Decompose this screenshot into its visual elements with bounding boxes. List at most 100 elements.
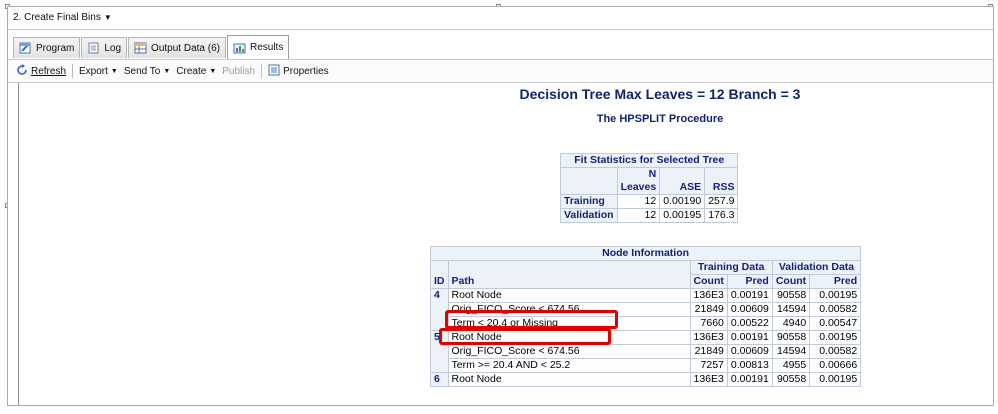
table-header-blank bbox=[704, 167, 739, 181]
properties-button[interactable]: Properties bbox=[268, 64, 329, 79]
table-cell: 21849 bbox=[689, 302, 728, 317]
table-header-blank bbox=[659, 167, 706, 181]
table-row: 6 Root Node 136E3 0.00191 90558 0.00195 bbox=[430, 372, 862, 387]
table-cell: 176.3 bbox=[704, 208, 739, 223]
table-cell: 0.00191 bbox=[726, 288, 773, 303]
table-cell: 0.00190 bbox=[659, 194, 706, 209]
node-path: Orig_FICO_Score < 674.56 bbox=[447, 344, 691, 359]
table-caption: Node Information bbox=[429, 246, 862, 261]
table-cell: 4940 bbox=[771, 316, 811, 331]
create-label: Create bbox=[176, 65, 207, 77]
table-cell: 0.00195 bbox=[809, 288, 862, 303]
table-cell: 0.00191 bbox=[726, 330, 773, 345]
column-header-id: ID bbox=[430, 274, 449, 289]
tab-output-data[interactable]: Output Data (6) bbox=[128, 37, 226, 58]
publish-label: Publish bbox=[222, 65, 256, 77]
table-cell: 0.00195 bbox=[809, 372, 862, 387]
table-cell: 90558 bbox=[771, 288, 811, 303]
dropdown-arrow-icon: ▼ bbox=[110, 67, 118, 75]
column-header-rss: RSS bbox=[704, 181, 739, 195]
tab-program[interactable]: Program bbox=[13, 37, 81, 58]
table-row: Training 12 0.00190 257.9 bbox=[560, 194, 739, 209]
results-icon bbox=[233, 42, 246, 54]
table-cell: 0.00666 bbox=[809, 358, 862, 373]
toolbar-divider bbox=[72, 64, 74, 78]
window-title-bar[interactable]: 2. Create Final Bins ▼ bbox=[8, 7, 993, 30]
table-header-blank bbox=[430, 260, 449, 275]
column-group-validation: Validation Data bbox=[771, 260, 862, 275]
column-header-n: N bbox=[616, 167, 661, 181]
node-id: 6 bbox=[430, 372, 449, 387]
node-id bbox=[430, 344, 449, 359]
results-toolbar: Refresh Export ▼ Send To ▼ Create ▼ Publish… bbox=[8, 59, 993, 83]
publish-button[interactable]: Publish bbox=[222, 66, 255, 77]
table-cell: 90558 bbox=[771, 330, 811, 345]
table-cell: 12 bbox=[616, 208, 661, 223]
table-cell: 21849 bbox=[689, 344, 728, 359]
table-header-blank bbox=[560, 181, 618, 195]
node-path: Term >= 20.4 AND < 25.2 bbox=[447, 358, 691, 373]
table-cell: 14594 bbox=[771, 302, 811, 317]
table-row: Validation 12 0.00195 176.3 bbox=[560, 208, 739, 223]
results-window: 2. Create Final Bins ▼ Program Log Output… bbox=[7, 6, 994, 406]
table-header-blank bbox=[447, 260, 691, 275]
refresh-label: Refresh bbox=[31, 65, 67, 77]
output-data-icon bbox=[134, 42, 147, 54]
refresh-button[interactable]: Refresh bbox=[16, 63, 67, 79]
table-cell: 136E3 bbox=[689, 288, 728, 303]
create-menu-button[interactable]: Create ▼ bbox=[176, 66, 216, 77]
table-cell: 257.9 bbox=[704, 194, 739, 209]
table-cell: 7257 bbox=[689, 358, 728, 373]
chevron-down-icon[interactable]: ▼ bbox=[104, 13, 112, 22]
tab-log[interactable]: Log bbox=[81, 37, 128, 58]
highlight-box-fico bbox=[445, 310, 618, 329]
table-row: Term >= 20.4 AND < 25.2 7257 0.00813 495… bbox=[430, 358, 862, 373]
refresh-icon bbox=[16, 63, 28, 79]
node-id bbox=[430, 358, 449, 373]
column-header-pred: Pred bbox=[809, 274, 862, 289]
row-header: Training bbox=[560, 194, 618, 209]
fit-statistics-table: Fit Statistics for Selected Tree N Leave… bbox=[559, 153, 739, 223]
table-caption: Fit Statistics for Selected Tree bbox=[559, 153, 739, 168]
send-to-menu-button[interactable]: Send To ▼ bbox=[124, 66, 170, 77]
table-row: 4 Root Node 136E3 0.00191 90558 0.00195 bbox=[430, 288, 862, 303]
dropdown-arrow-icon: ▼ bbox=[209, 67, 217, 75]
column-header-pred: Pred bbox=[726, 274, 773, 289]
tab-results[interactable]: Results bbox=[226, 35, 290, 59]
tab-bar: Program Log Output Data (6) Results bbox=[8, 30, 993, 60]
table-cell: 0.00191 bbox=[726, 372, 773, 387]
column-header-leaves: Leaves bbox=[616, 181, 661, 195]
report-title: Decision Tree Max Leaves = 12 Branch = 3 bbox=[519, 86, 801, 102]
table-cell: 12 bbox=[616, 194, 661, 209]
results-viewer[interactable]: Decision Tree Max Leaves = 12 Branch = 3… bbox=[18, 83, 993, 405]
tab-label: Program bbox=[36, 42, 75, 54]
table-cell: 136E3 bbox=[689, 330, 728, 345]
table-cell: 7660 bbox=[689, 316, 728, 331]
column-group-training: Training Data bbox=[689, 260, 773, 275]
node-path: Root Node bbox=[447, 288, 691, 303]
table-cell: 0.00522 bbox=[726, 316, 773, 331]
table-cell: 0.00813 bbox=[726, 358, 773, 373]
column-header-path: Path bbox=[447, 274, 691, 289]
table-cell: 0.00547 bbox=[809, 316, 862, 331]
table-cell: 4955 bbox=[771, 358, 811, 373]
tab-label: Results bbox=[249, 42, 284, 53]
export-menu-button[interactable]: Export ▼ bbox=[79, 66, 118, 77]
dropdown-arrow-icon: ▼ bbox=[163, 67, 171, 75]
table-header-blank bbox=[560, 167, 618, 181]
column-header-count: Count bbox=[771, 274, 811, 289]
table-cell: 14594 bbox=[771, 344, 811, 359]
report-subtitle: The HPSPLIT Procedure bbox=[596, 113, 724, 125]
window-title: 2. Create Final Bins bbox=[13, 12, 101, 23]
table-cell: 0.00582 bbox=[809, 344, 862, 359]
table-row: Orig_FICO_Score < 674.56 21849 0.00609 1… bbox=[430, 344, 862, 359]
tab-label: Log bbox=[104, 42, 122, 54]
column-header-count: Count bbox=[689, 274, 728, 289]
table-cell: 0.00195 bbox=[659, 208, 706, 223]
properties-icon bbox=[268, 64, 280, 79]
row-header: Validation bbox=[560, 208, 618, 223]
column-header-ase: ASE bbox=[659, 181, 706, 195]
export-label: Export bbox=[79, 65, 108, 77]
log-icon bbox=[87, 42, 100, 54]
table-cell: 0.00609 bbox=[726, 302, 773, 317]
